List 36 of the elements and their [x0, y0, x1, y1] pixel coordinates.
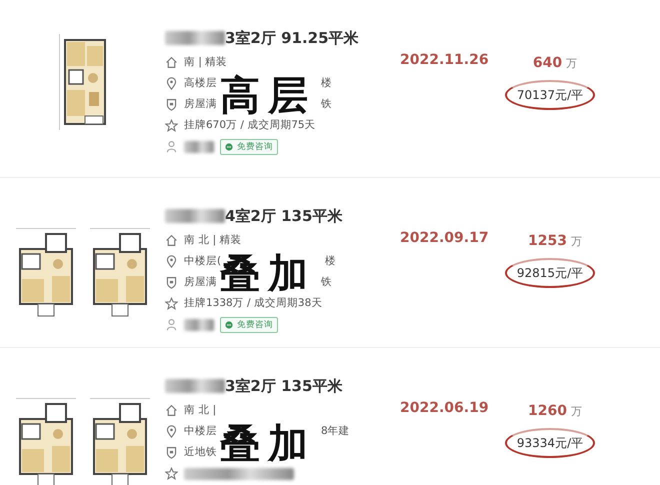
overlay-label: 叠加: [220, 420, 316, 468]
unit-price: 70137元/平: [504, 80, 596, 110]
detail-text: 8年建: [321, 424, 350, 439]
detail-text: 中楼层: [184, 424, 217, 439]
detail-text: 高楼层: [184, 76, 217, 91]
price-unit: 万: [566, 57, 578, 70]
detail-text: 楼: [325, 254, 336, 269]
detail-text: 楼: [321, 76, 332, 91]
total-price: 1260: [528, 403, 567, 419]
detail-text: 房屋满: [184, 96, 217, 112]
sale-date: 2022.09.17: [400, 230, 489, 246]
detail-text: 房屋满: [184, 274, 217, 290]
price-unit: 万: [570, 405, 582, 418]
detail-text: 铁: [321, 274, 332, 290]
consult-button[interactable]: 免费咨询: [220, 316, 278, 332]
unit-price: 93334元/平: [504, 428, 596, 458]
detail-text: 挂牌1338万 / 成交周期38天: [184, 296, 322, 311]
total-price: 640: [532, 55, 562, 71]
detail-text: 近地铁: [184, 444, 217, 460]
detail-text: 铁: [321, 96, 332, 112]
sale-date: 2022.06.19: [400, 400, 489, 416]
detail-text: 中楼层(: [184, 254, 222, 267]
overlay-label: 叠加: [220, 250, 316, 297]
detail-text: 挂牌670万 / 成交周期75天: [184, 118, 316, 133]
unit-price: 92815元/平: [504, 258, 596, 288]
detail-text: 南 北 |: [184, 402, 216, 418]
detail-text: 南 | 精装: [184, 54, 228, 70]
listing-title: 3室2厅 135平米: [225, 376, 342, 396]
consult-button[interactable]: 免费咨询: [220, 138, 278, 154]
price-unit: 万: [570, 235, 582, 248]
listing-title: 4室2厅 135平米: [225, 206, 342, 226]
listing-title: 3室2厅 91.25平米: [225, 28, 359, 48]
sale-date: 2022.11.26: [400, 52, 489, 68]
total-price: 1253: [528, 233, 567, 249]
overlay-label: 高层: [220, 72, 316, 119]
detail-text: 南 北 | 精装: [184, 232, 242, 248]
